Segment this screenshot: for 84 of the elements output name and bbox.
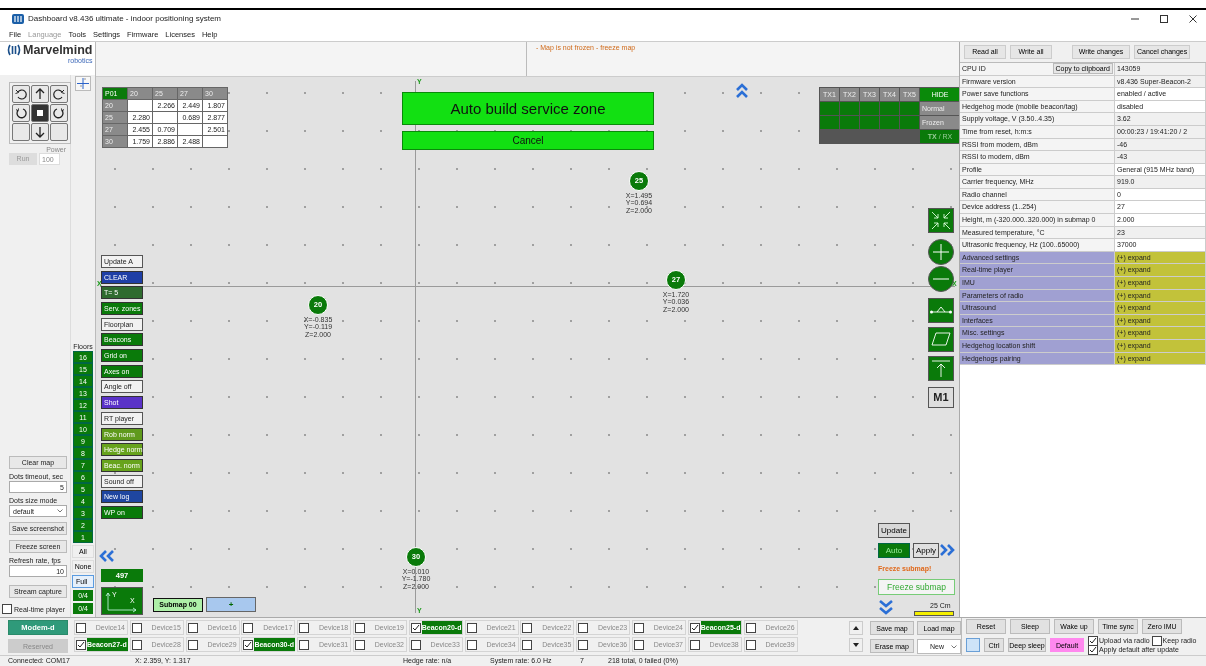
checkbox[interactable] <box>187 639 198 650</box>
checkbox[interactable] <box>1088 635 1098 646</box>
checkbox[interactable] <box>745 622 756 633</box>
close-icon[interactable] <box>1188 14 1198 24</box>
down-button[interactable] <box>31 122 49 141</box>
stop-button[interactable] <box>31 103 49 122</box>
checkbox[interactable] <box>633 639 644 650</box>
arrow-down-icon <box>34 125 46 138</box>
checkbox[interactable] <box>1151 635 1162 646</box>
checkbox[interactable] <box>355 622 365 633</box>
blank-button[interactable] <box>50 122 68 141</box>
update-button[interactable]: Update <box>878 522 910 538</box>
checkbox[interactable] <box>243 622 254 633</box>
checkbox[interactable] <box>1088 644 1098 655</box>
turn-right-button[interactable] <box>50 103 68 122</box>
double-chevron-down-icon[interactable] <box>878 598 894 616</box>
caret-icon <box>57 509 63 514</box>
checkbox[interactable] <box>689 639 700 650</box>
status-cell <box>900 115 919 129</box>
rotate-right-button[interactable] <box>50 84 68 103</box>
checkbox[interactable] <box>578 639 589 650</box>
blank-button[interactable] <box>12 122 30 141</box>
parallelogram-icon[interactable] <box>928 326 954 352</box>
auto-button[interactable]: Auto <box>878 542 910 558</box>
apply-button[interactable]: Apply <box>913 542 939 558</box>
rotate-left-icon <box>15 87 27 100</box>
zoom-in-icon[interactable] <box>928 238 954 265</box>
checkbox[interactable] <box>745 639 756 650</box>
checkbox[interactable] <box>2 604 12 615</box>
checkbox[interactable] <box>355 639 365 650</box>
checkbox[interactable] <box>466 639 477 650</box>
checkbox[interactable] <box>299 622 310 633</box>
status-cell <box>860 101 879 115</box>
maximize-icon[interactable] <box>1159 14 1169 24</box>
checkbox[interactable] <box>131 639 142 650</box>
double-chevron-up-icon[interactable] <box>735 81 749 99</box>
crosshair-icon[interactable] <box>75 75 91 91</box>
checkbox[interactable] <box>522 639 533 650</box>
scroll-down-icon[interactable] <box>849 638 863 653</box>
checkbox[interactable] <box>76 639 86 650</box>
turn-left-icon <box>15 106 27 119</box>
status-cell <box>820 101 839 115</box>
checkbox[interactable] <box>578 622 589 633</box>
status-cell <box>880 115 899 129</box>
checkbox[interactable] <box>76 622 86 633</box>
service-zone-button[interactable]: Auto build service zone <box>402 91 654 125</box>
double-chevron-left-icon[interactable] <box>98 548 115 563</box>
collapse-arrows-icon[interactable] <box>928 207 954 233</box>
stop-icon <box>35 107 45 118</box>
scale-bar <box>914 610 954 616</box>
checkbox[interactable] <box>187 622 198 633</box>
logo-name: Marvelmind <box>23 43 93 57</box>
cancel-button[interactable]: Cancel <box>402 130 654 150</box>
add-submap-button[interactable]: + <box>206 596 256 612</box>
logo-icon <box>7 43 21 56</box>
status-cell <box>840 101 859 115</box>
scroll-up-icon[interactable] <box>849 621 863 636</box>
checkbox[interactable] <box>410 622 421 633</box>
arrow-up-bar-icon[interactable] <box>928 355 954 381</box>
checkbox[interactable] <box>131 622 142 633</box>
up-button[interactable] <box>31 84 49 103</box>
m1-button[interactable]: M1 <box>928 386 954 408</box>
checkbox[interactable] <box>466 622 477 633</box>
turn-right-icon <box>53 106 65 119</box>
status-cell <box>880 101 899 115</box>
turn-left-button[interactable] <box>12 103 30 122</box>
caret-icon <box>951 644 957 649</box>
checkbox[interactable] <box>689 622 700 633</box>
checkbox[interactable] <box>410 639 421 650</box>
checkbox[interactable] <box>299 639 310 650</box>
rotate-left-button[interactable] <box>12 84 30 103</box>
arrow-up-icon <box>34 87 46 100</box>
checkbox[interactable] <box>522 622 533 633</box>
checkbox[interactable] <box>243 639 254 650</box>
checkbox[interactable] <box>633 622 644 633</box>
app-icon <box>12 14 24 24</box>
status-cell <box>840 115 859 129</box>
status-cell <box>860 115 879 129</box>
zoom-out-icon[interactable] <box>928 265 954 292</box>
status-cell <box>900 101 919 115</box>
rotate-right-icon <box>53 87 65 100</box>
window-title: Dashboard v8.436 ultimate - indoor positioning system <box>28 14 221 24</box>
double-chevron-right-icon[interactable] <box>939 542 956 557</box>
status-cell <box>820 115 839 129</box>
